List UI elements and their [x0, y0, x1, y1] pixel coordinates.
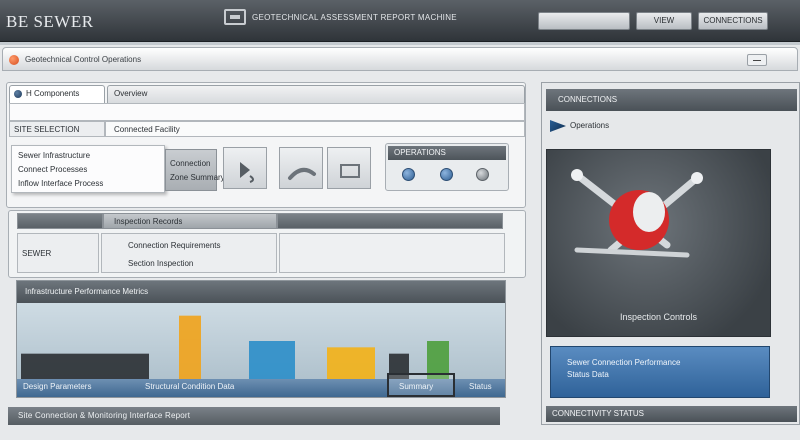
foot-label: Structural Condition Data	[145, 382, 235, 391]
camera-tool-button[interactable]	[327, 147, 371, 189]
tab-overview-label: Overview	[114, 89, 148, 98]
right-subtitle: Operations	[570, 121, 610, 130]
right-subtitle-row: Operations	[550, 119, 609, 133]
connections-button[interactable]: CONNECTIONS	[698, 12, 768, 30]
right-panel: CONNECTIONS Operations Inspection Contro…	[541, 82, 800, 425]
option-c-button[interactable]	[476, 168, 489, 181]
window-titlebar: Geotechnical Control Operations	[2, 47, 798, 71]
operations-title: OPERATIONS	[388, 146, 506, 160]
zone-summary-label: Zone Summary	[170, 173, 225, 182]
connection-label: Connection	[170, 159, 211, 168]
chart-plot	[21, 315, 449, 379]
chart-title: Infrastructure Performance Metrics	[17, 281, 505, 303]
bottom-report-bar: Site Connection & Monitoring Interface R…	[8, 407, 500, 425]
table-row-label-cell: SEWER	[17, 233, 99, 273]
camera-icon	[340, 164, 360, 178]
tools-emblem-icon	[571, 169, 703, 258]
site-selection-value-box[interactable]: Connected Facility	[105, 121, 525, 137]
topbar-caption: GEOTECHNICAL ASSESSMENT REPORT MACHINE	[252, 13, 457, 22]
site-selection-value: Connected Facility	[114, 125, 180, 134]
dropdown-list[interactable]: Sewer Infrastructure Connect Processes I…	[11, 145, 165, 193]
right-title: CONNECTIONS	[546, 89, 797, 111]
operations-icon	[550, 120, 566, 132]
summary-selection[interactable]: Summary	[387, 373, 455, 397]
status-dot-icon[interactable]	[9, 55, 19, 65]
list-item[interactable]: Connect Processes	[18, 164, 87, 176]
connection-summary-box: Connection Zone Summary	[165, 149, 225, 191]
list-item[interactable]: Sewer Infrastructure	[18, 150, 90, 162]
table-row-empty	[279, 233, 505, 273]
tab-overview[interactable]: Overview	[107, 85, 525, 103]
feature-caption: Inspection Controls	[619, 312, 698, 322]
row-label: SEWER	[22, 249, 52, 258]
chart-bar[interactable]	[179, 315, 201, 379]
tab-components[interactable]: H Components	[9, 85, 105, 103]
table-row[interactable]: Connection Requirements Section Inspecti…	[101, 233, 277, 273]
list-item[interactable]: Inflow Interface Process	[18, 178, 103, 190]
tab-components-label: H Components	[26, 89, 80, 98]
foot-label: Status	[469, 382, 492, 391]
view-button[interactable]: VIEW	[636, 12, 692, 30]
table-header-blank	[17, 213, 103, 229]
tab-dot-icon	[14, 90, 22, 98]
table-header-label: Inspection Records	[114, 217, 183, 226]
performance-info-box[interactable]: Sewer Connection Performance Status Data	[550, 346, 770, 398]
inspection-table: Inspection Records SEWER Connection Requ…	[8, 210, 526, 278]
option-b-button[interactable]	[440, 168, 453, 181]
chart-bar[interactable]	[21, 353, 149, 379]
window-icon[interactable]	[224, 9, 246, 25]
col-value: Section Inspection	[128, 259, 194, 268]
play-arrow-icon	[240, 162, 254, 183]
chart-footer: Design Parameters Structural Condition D…	[17, 373, 505, 397]
topbar-blank-button[interactable]	[538, 12, 630, 30]
performance-chart: Infrastructure Performance Metrics Desig…	[16, 280, 506, 398]
col-title: Connection Requirements	[128, 241, 221, 250]
table-header-extra	[277, 213, 503, 229]
info-line: Status Data	[567, 370, 609, 379]
foot-label: Design Parameters	[23, 382, 92, 391]
wrench-icon	[288, 167, 316, 180]
inspection-controls-card[interactable]: Inspection Controls	[546, 149, 771, 337]
section-row	[9, 103, 525, 121]
top-bar: BE SEWER GEOTECHNICAL ASSESSMENT REPORT …	[0, 0, 800, 42]
chart-bar[interactable]	[327, 347, 375, 379]
site-selection-label: SITE SELECTION	[14, 125, 80, 134]
window-title: Geotechnical Control Operations	[25, 55, 142, 64]
connectivity-status-bar: CONNECTIVITY STATUS	[546, 406, 797, 422]
left-upper-panel: H Components Overview SITE SELECTION Con…	[6, 82, 526, 208]
info-line: Sewer Connection Performance	[567, 358, 681, 367]
play-tool-button[interactable]	[223, 147, 267, 189]
wrench-tool-button[interactable]	[279, 147, 323, 189]
app-title: BE SEWER	[6, 12, 94, 31]
operations-group: OPERATIONS	[385, 143, 509, 191]
chart-bar[interactable]	[249, 341, 295, 379]
table-header: Inspection Records	[103, 213, 277, 229]
minimize-icon[interactable]	[747, 54, 767, 66]
option-a-button[interactable]	[402, 168, 415, 181]
foot-label: Summary	[399, 382, 434, 391]
site-selection-label-box: SITE SELECTION	[9, 121, 105, 137]
